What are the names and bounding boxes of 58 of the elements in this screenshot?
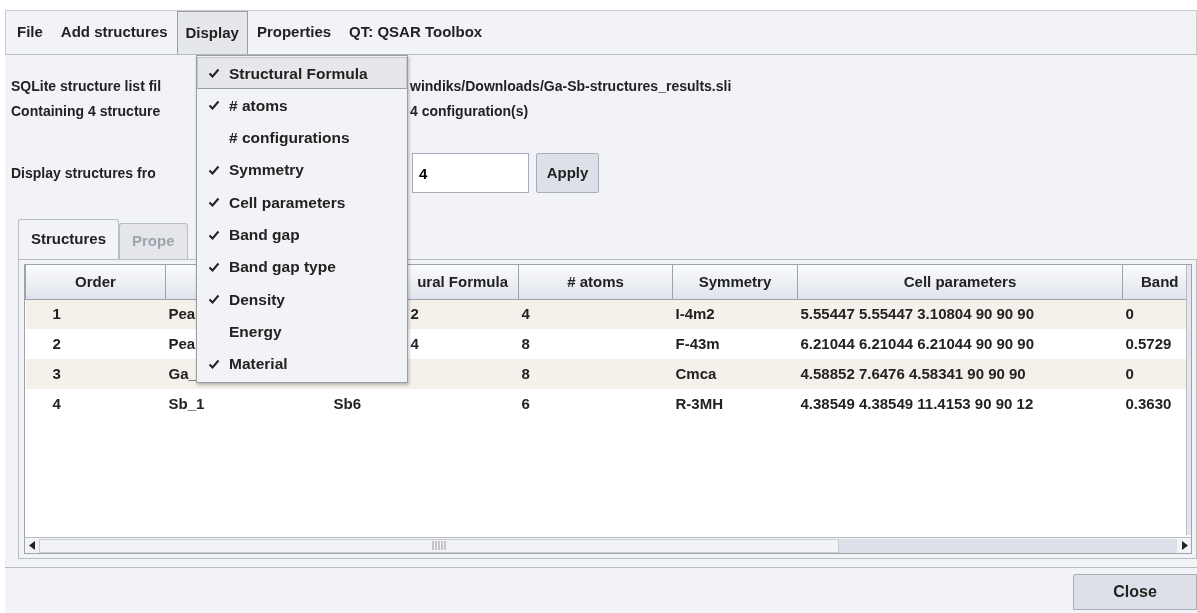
file-label: SQLite structure list fil: [11, 77, 162, 96]
table-cell: 4.38549 4.38549 11.4153 90 90 12: [800, 394, 1034, 412]
table-cell: 2: [410, 305, 419, 322]
table-cell: R-3MH: [675, 394, 723, 412]
range-label: Display structures fro: [11, 163, 156, 183]
tab[interactable]: Structures: [18, 219, 120, 259]
table-cell: 6.21044 6.21044 6.21044 90 90 90: [800, 334, 1035, 352]
table-cell: 2: [52, 334, 61, 352]
right-arrow-icon[interactable]: [1180, 541, 1188, 550]
table-cell: 8: [521, 334, 530, 352]
grip-icon: [432, 541, 446, 550]
table-cell: F-43m: [675, 334, 720, 352]
table-cell: 4.58852 7.6476 4.58341 90 90 90: [800, 364, 1026, 382]
count-text: 4 configuration(s): [410, 102, 529, 121]
table-cell: Pea: [168, 334, 196, 352]
table-cell: 4: [410, 334, 419, 352]
column-header: Cell parameters: [797, 265, 1123, 299]
table-cell: 0: [1125, 305, 1134, 322]
menu-item[interactable]: # configurations: [197, 121, 407, 154]
table-cell: 6: [521, 394, 530, 412]
table-cell: 8: [521, 364, 530, 382]
table-cell: Sb6: [333, 394, 361, 412]
table-cell: 3: [52, 364, 61, 382]
vertical-scrollbar[interactable]: [1186, 265, 1191, 535]
apply-button[interactable]: Apply: [536, 153, 599, 193]
menu-item[interactable]: Display: [176, 11, 248, 54]
menu-item[interactable]: Symmetry: [197, 153, 407, 187]
column-header: Symmetry: [672, 265, 798, 299]
menu-item[interactable]: Add structures: [51, 11, 177, 54]
table-cell: Ga_: [168, 364, 197, 382]
table-cell: 5.55447 5.55447 3.10804 90 90 90: [800, 305, 1035, 322]
column-header: # atoms: [518, 265, 673, 299]
close-button[interactable]: Close: [1073, 574, 1197, 610]
menu-item[interactable]: Material: [197, 347, 407, 380]
table-cell: 4: [52, 394, 61, 412]
menu-item[interactable]: Properties: [247, 11, 341, 54]
menu-item[interactable]: # atoms: [197, 89, 407, 122]
column-header: Order: [25, 265, 166, 299]
table-cell: 4: [521, 305, 530, 322]
table-cell: Cmca: [675, 364, 717, 382]
table-cell: I-4m2: [675, 305, 715, 322]
table-cell: 0.5729: [1125, 334, 1172, 352]
table-cell: Sb_1: [168, 394, 205, 412]
menu-item[interactable]: Band gap: [197, 218, 407, 251]
horizontal-scrollbar[interactable]: [25, 537, 1191, 553]
table-cell: Pea: [168, 305, 196, 322]
table-cell: 0.3630: [1125, 394, 1172, 412]
menu-item[interactable]: QT: QSAR Toolbox: [340, 11, 492, 54]
count-label: Containing 4 structure: [11, 102, 161, 121]
file-path: windiks/Downloads/Ga-Sb-structures_results.sli: [410, 77, 732, 96]
left-arrow-icon[interactable]: [28, 541, 36, 550]
menu-item[interactable]: Structural Formula: [197, 57, 407, 90]
menu-item[interactable]: Cell parameters: [197, 186, 407, 219]
table-cell: 0: [1125, 364, 1134, 382]
range-input-field[interactable]: 4: [412, 153, 529, 193]
table-cell: 1: [52, 305, 61, 322]
menu-item[interactable]: Energy: [197, 315, 407, 348]
menu-item[interactable]: File: [8, 11, 52, 54]
